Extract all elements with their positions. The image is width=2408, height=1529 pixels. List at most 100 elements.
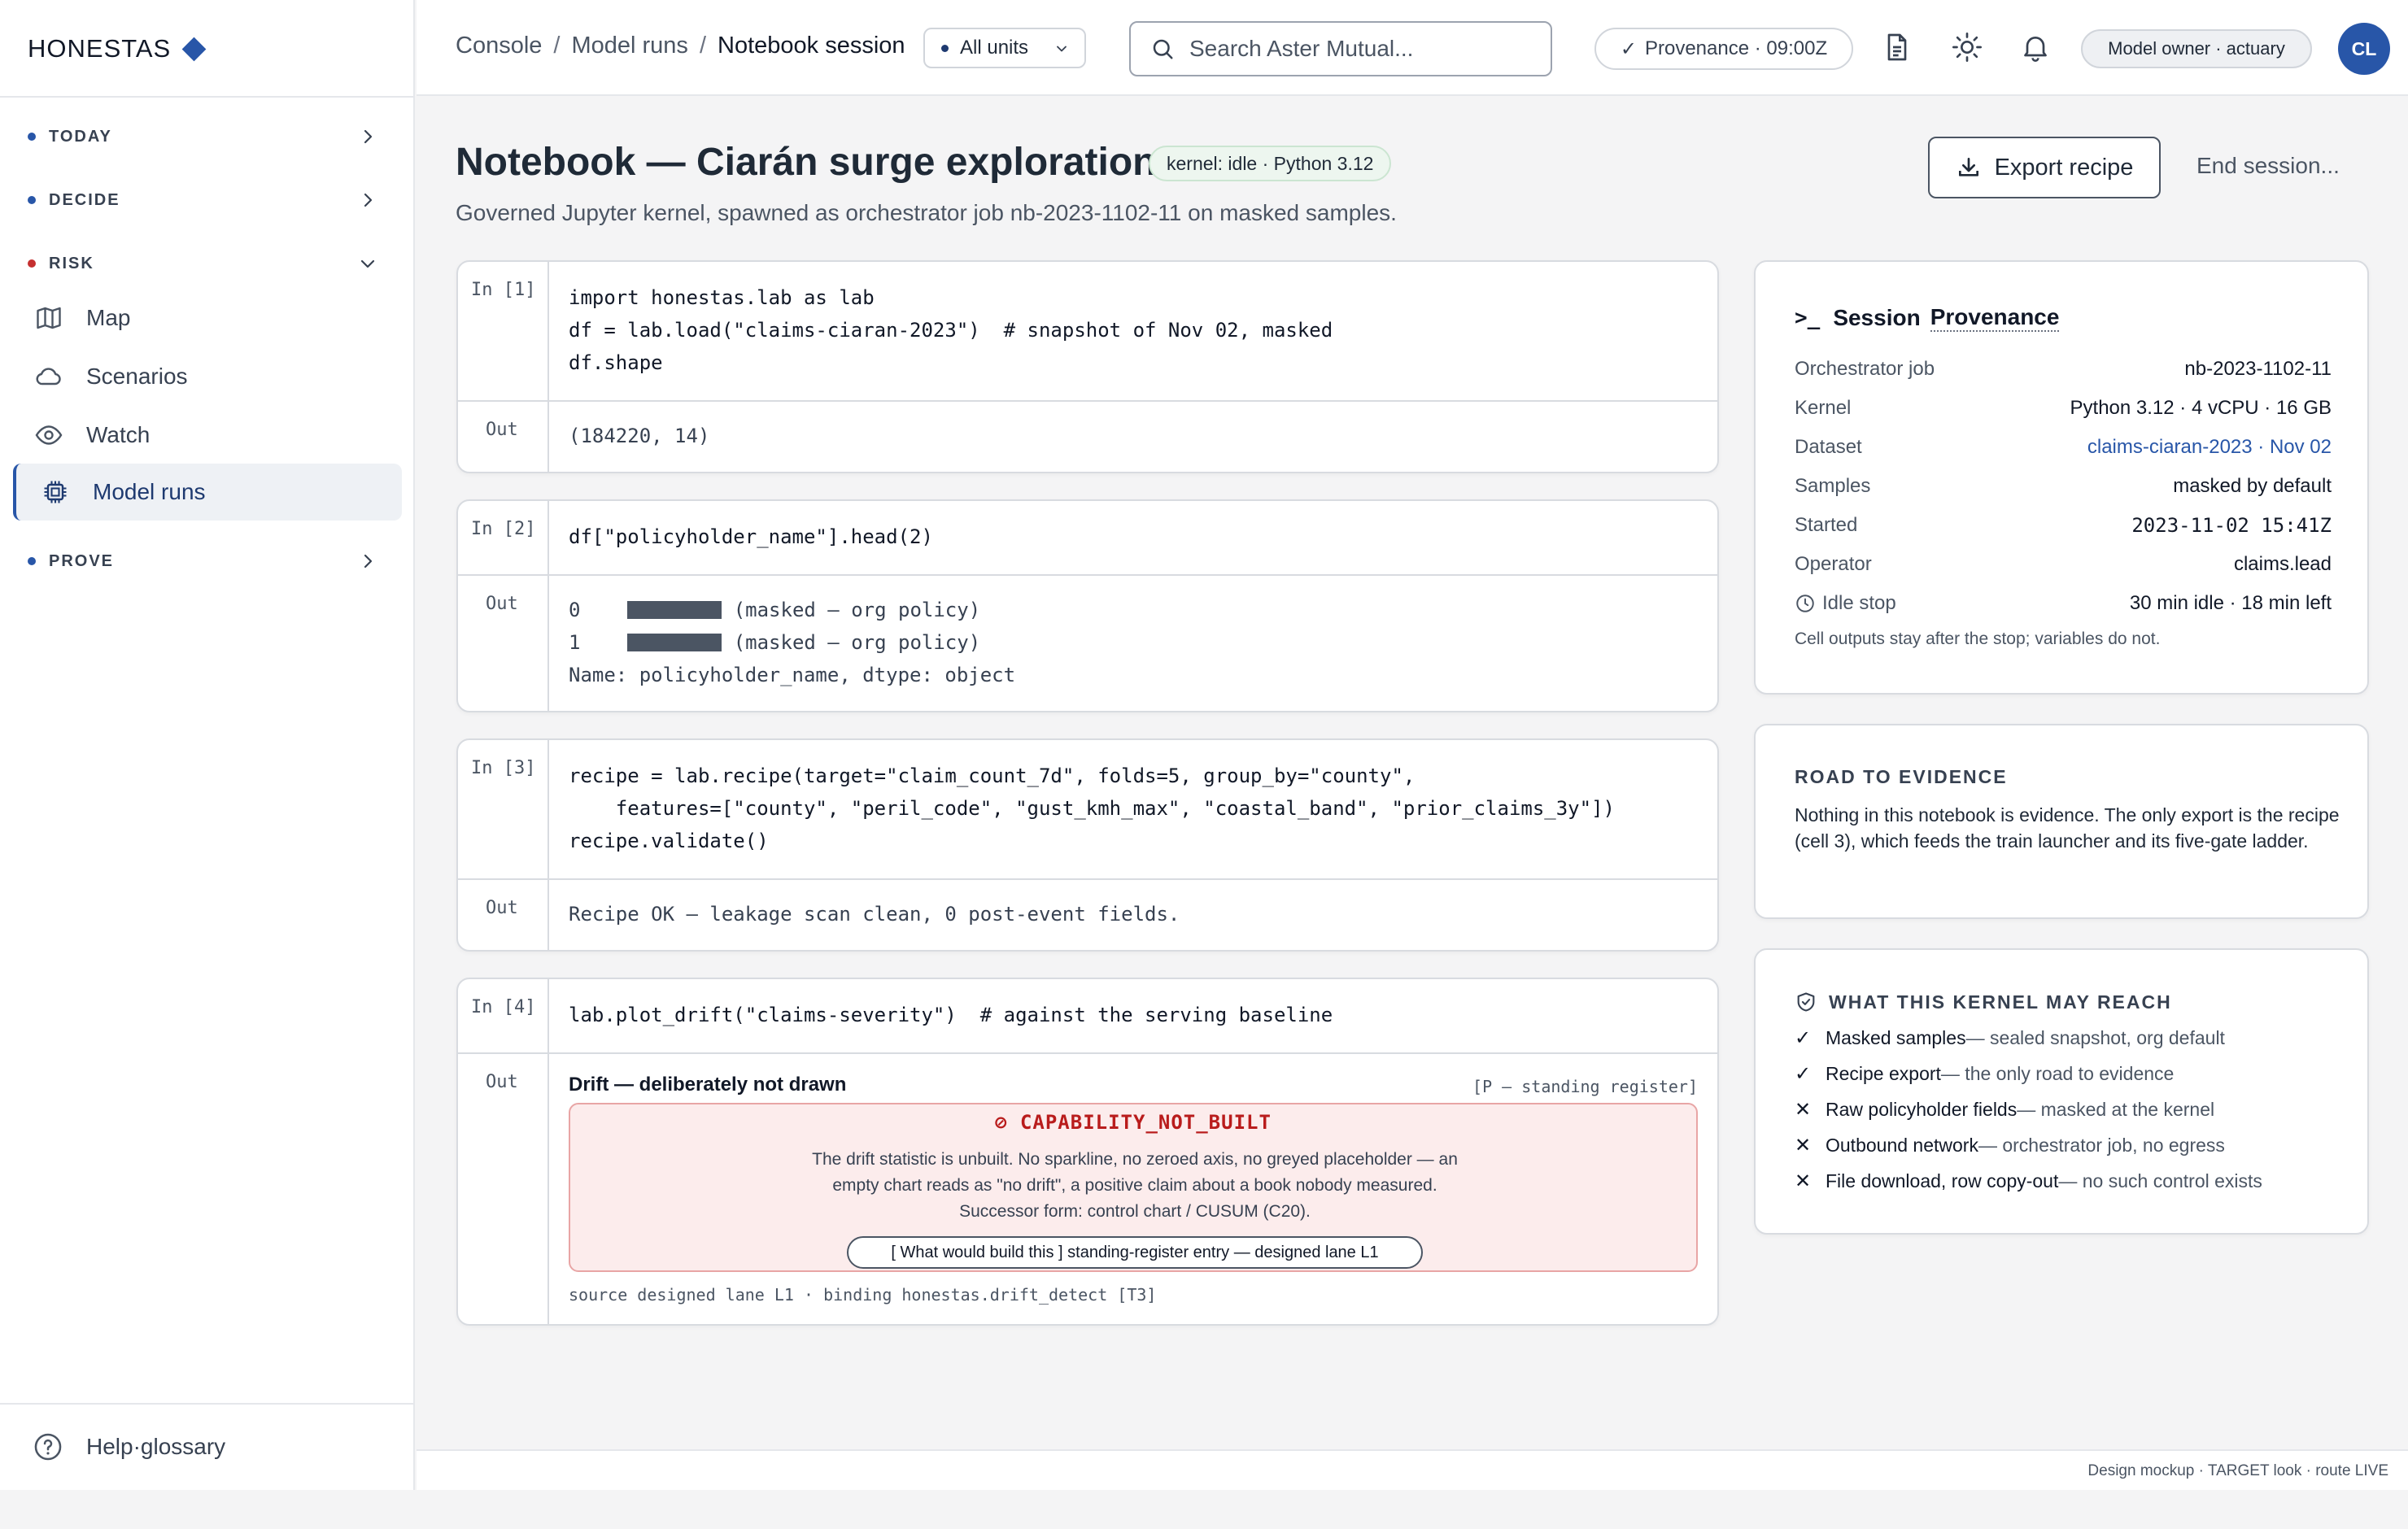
- nav-section-prove[interactable]: PROVE: [28, 545, 389, 577]
- sidebar: HONESTAS TODAY DECIDE RISK Map Scenarios…: [0, 0, 415, 1490]
- cell-code[interactable]: recipe = lab.recipe(target="claim_count_…: [569, 760, 1615, 857]
- breadcrumb-separator: /: [699, 33, 706, 59]
- export-recipe-label: Export recipe: [1994, 154, 2134, 181]
- capability-line: Successor form: control chart / CUSUM (C…: [959, 1202, 1311, 1221]
- units-select-value: All units: [960, 37, 1029, 59]
- logo-diamond-icon: [181, 37, 207, 61]
- avatar[interactable]: CL: [2338, 23, 2390, 75]
- help-glossary-link[interactable]: Help·glossary: [33, 1431, 225, 1462]
- page-subtitle: Governed Jupyter kernel, spawned as orch…: [456, 200, 1397, 225]
- out-prompt: Out: [486, 594, 518, 614]
- nav-section-label: DECIDE: [49, 190, 120, 209]
- cell-code[interactable]: import honestas.lab as lab df = lab.load…: [569, 281, 1333, 379]
- session-row-idle-stop: Idle stop 30 min idle · 18 min left: [1795, 592, 2332, 615]
- cell-input[interactable]: In [1] import honestas.lab as lab df = l…: [458, 262, 1717, 400]
- session-provenance-card: >_ Session Provenance Orchestrator job nb…: [1754, 260, 2369, 695]
- bell-icon[interactable]: [2019, 31, 2052, 63]
- dataset-link[interactable]: claims-ciaran-2023 · Nov 02: [2087, 436, 2332, 459]
- session-key: Orchestrator job: [1795, 358, 1935, 380]
- cell-gutter: Out: [458, 1054, 549, 1324]
- redaction-bar: [627, 634, 722, 651]
- in-prompt: In [1]: [471, 280, 536, 300]
- road-body: Nothing in this notebook is evidence. Th…: [1795, 804, 2340, 852]
- breadcrumb-console[interactable]: Console: [456, 33, 542, 59]
- nav-section-today[interactable]: TODAY: [28, 120, 389, 153]
- export-recipe-button[interactable]: Export recipe: [1928, 137, 2161, 198]
- role-chip[interactable]: Model owner · actuary: [2081, 29, 2312, 68]
- provenance-chip[interactable]: ✓ Provenance · 09:00Z: [1594, 28, 1853, 70]
- nav-section-decide[interactable]: DECIDE: [28, 184, 389, 216]
- nav-section-label: RISK: [49, 254, 94, 272]
- provenance-link[interactable]: Provenance: [1930, 304, 2060, 332]
- reach-item-detail: — masked at the kernel: [2017, 1099, 2215, 1120]
- notebook-cell-1[interactable]: In [1] import honestas.lab as lab df = l…: [456, 260, 1719, 473]
- reach-heading: WHAT THIS KERNEL MAY REACH: [1795, 991, 2172, 1013]
- session-row-kernel: Kernel Python 3.12 · 4 vCPU · 16 GB: [1795, 397, 2332, 420]
- row-index: 0: [569, 599, 581, 621]
- session-value: 2023-11-02 15:41Z: [2131, 514, 2332, 537]
- search-box[interactable]: [1129, 21, 1552, 76]
- cell-input[interactable]: In [3] recipe = lab.recipe(target="claim…: [458, 740, 1717, 878]
- sidebar-item-scenarios[interactable]: Scenarios: [13, 348, 402, 405]
- capability-line: The drift statistic is unbuilt. No spark…: [812, 1150, 1458, 1169]
- chevron-right-icon: [364, 554, 373, 568]
- cell-output: Out Recipe OK — leakage scan clean, 0 po…: [458, 878, 1717, 950]
- eye-icon: [35, 425, 63, 445]
- check-icon: ✓: [1795, 1063, 1812, 1085]
- breadcrumb-model-runs[interactable]: Model runs: [571, 33, 687, 59]
- page-title: Notebook — Ciarán surge exploration: [456, 141, 1157, 184]
- section-dot-alert-icon: [28, 259, 36, 268]
- sidebar-item-label: Scenarios: [86, 364, 188, 389]
- road-to-evidence-card: ROAD TO EVIDENCE Nothing in this noteboo…: [1754, 724, 2369, 919]
- session-row-job: Orchestrator job nb-2023-1102-11: [1795, 358, 2332, 381]
- search-input[interactable]: [1189, 36, 1531, 62]
- check-icon: ✓: [1795, 1027, 1812, 1049]
- cell-output: Out Drift — deliberately not drawn [P — …: [458, 1052, 1717, 1324]
- session-row-operator: Operator claims.lead: [1795, 553, 2332, 576]
- reach-item-denied: ✕ File download, row copy-out — no such c…: [1795, 1170, 2262, 1193]
- nav-section-risk[interactable]: RISK: [28, 247, 389, 280]
- reach-item-detail: — orchestrator job, no egress: [1978, 1135, 2225, 1156]
- masked-row-1: 1 (masked — org policy): [569, 626, 980, 659]
- sidebar-item-watch[interactable]: Watch: [13, 407, 402, 464]
- session-row-started: Started 2023-11-02 15:41Z: [1795, 514, 2332, 537]
- sun-icon[interactable]: [1951, 31, 1983, 63]
- chevron-right-icon: [364, 129, 373, 144]
- notebook-cell-4[interactable]: In [4] lab.plot_drift("claims-severity")…: [456, 978, 1719, 1326]
- download-icon: [1958, 158, 1978, 176]
- in-prompt: In [3]: [471, 758, 536, 778]
- logo[interactable]: HONESTAS: [28, 33, 207, 65]
- what-would-build-this-button[interactable]: [ What would build this ] standing-regis…: [847, 1236, 1423, 1269]
- standing-register-tag: [P — standing register]: [1472, 1077, 1698, 1096]
- masked-row-0: 0 (masked — org policy): [569, 594, 980, 626]
- cell-code[interactable]: df["policyholder_name"].head(2): [569, 521, 933, 553]
- footer-bar: Design mockup · TARGET look · route LIVE: [417, 1449, 2408, 1490]
- reach-item-detail: — no such control exists: [2058, 1170, 2262, 1191]
- notebook-cell-3[interactable]: In [3] recipe = lab.recipe(target="claim…: [456, 738, 1719, 952]
- units-select[interactable]: All units: [923, 28, 1086, 68]
- reach-item-lead: Recipe export: [1826, 1063, 1941, 1084]
- sidebar-item-map[interactable]: Map: [13, 290, 402, 346]
- search-icon: [1153, 39, 1173, 59]
- reach-item-denied: ✕ Raw policyholder fields — masked at the…: [1795, 1098, 2214, 1122]
- section-dot-icon: [28, 133, 36, 141]
- reach-item-detail: — sealed snapshot, org default: [1965, 1027, 2225, 1048]
- document-icon[interactable]: [1881, 31, 1913, 63]
- reach-item-lead: File download, row copy-out: [1826, 1170, 2059, 1191]
- idle-stop-label: Idle stop: [1822, 592, 1896, 614]
- session-value: claims.lead: [2233, 553, 2332, 575]
- cell-input[interactable]: In [2] df["policyholder_name"].head(2): [458, 501, 1717, 574]
- section-dot-icon: [28, 557, 36, 565]
- reach-item-lead: Raw policyholder fields: [1826, 1099, 2018, 1120]
- breadcrumb-separator: /: [553, 33, 561, 59]
- cloud-icon: [36, 368, 61, 386]
- cell-code[interactable]: lab.plot_drift("claims-severity") # agai…: [569, 999, 1333, 1031]
- cell-output-text: (184220, 14): [569, 425, 710, 447]
- cell-input[interactable]: In [4] lab.plot_drift("claims-severity")…: [458, 979, 1717, 1052]
- end-session-button[interactable]: End session...: [2196, 153, 2340, 179]
- kernel-reach-card: WHAT THIS KERNEL MAY REACH ✓ Masked sampl…: [1754, 948, 2369, 1235]
- session-heading: >_ Session Provenance: [1795, 304, 2060, 332]
- session-row-samples: Samples masked by default: [1795, 475, 2332, 498]
- sidebar-item-model-runs[interactable]: Model runs: [13, 464, 402, 521]
- notebook-cell-2[interactable]: In [2] df["policyholder_name"].head(2) O…: [456, 499, 1719, 712]
